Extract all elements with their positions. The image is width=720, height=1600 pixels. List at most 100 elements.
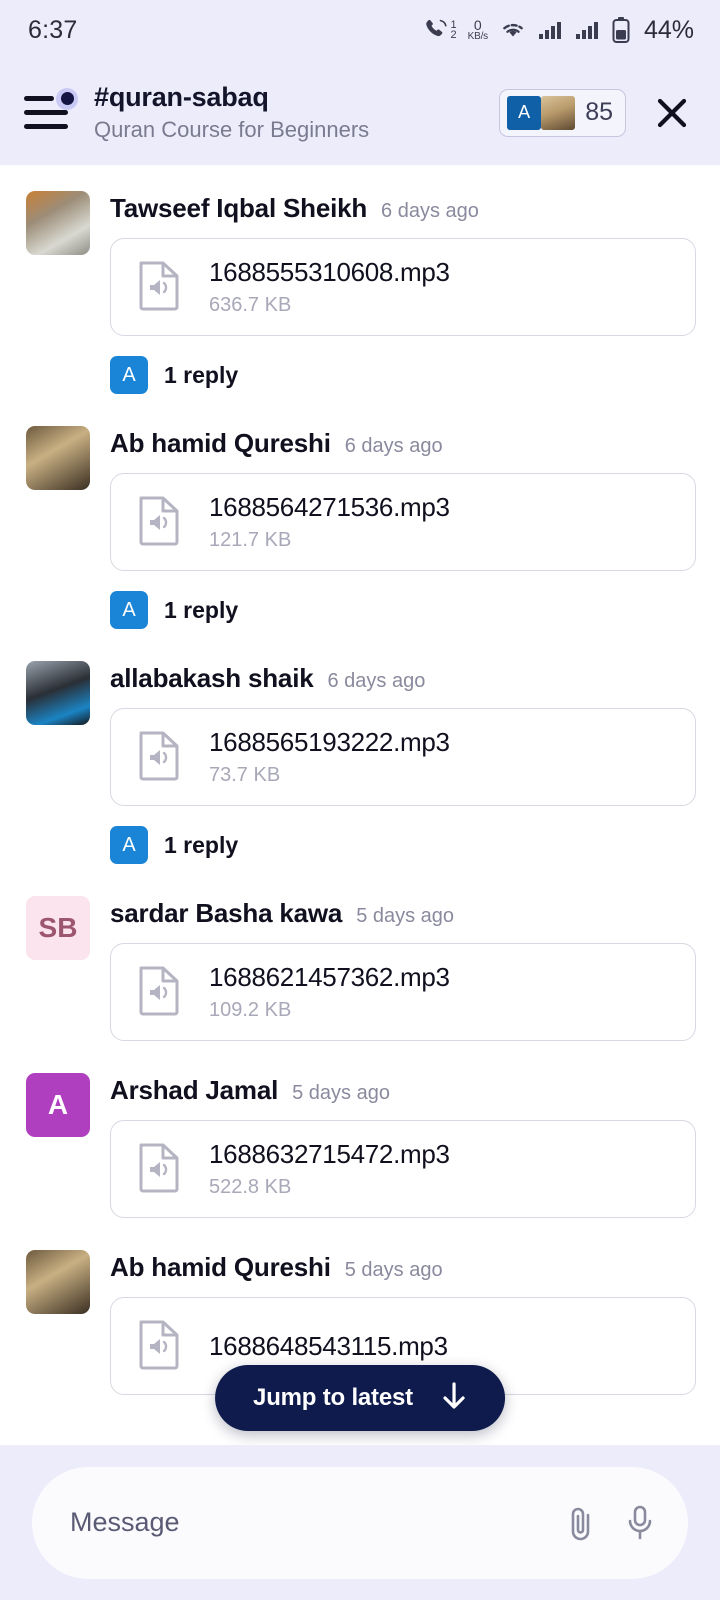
member-count-chip[interactable]: A 85 [499, 88, 626, 137]
message-avatar[interactable]: A [26, 1073, 90, 1137]
message-list[interactable]: Tawseef Iqbal Sheikh 6 days ago 168855531… [0, 165, 720, 1445]
message-input[interactable] [70, 1507, 564, 1538]
member-avatar-photo [541, 95, 576, 130]
audio-file-size: 73.7 KB [209, 764, 281, 786]
audio-file-name: 1688632715472.mp3 [209, 1139, 450, 1169]
audio-file-icon-wrap [137, 494, 183, 551]
arrow-down-icon [441, 1381, 467, 1416]
audio-file-icon-wrap [137, 1141, 183, 1198]
thread-replies[interactable]: A 1 reply [110, 356, 696, 394]
reply-avatar: A [110, 356, 148, 394]
audio-file-icon [139, 966, 179, 1015]
message-composer [0, 1445, 720, 1600]
audio-file-size: 636.7 KB [209, 294, 292, 316]
message-header: sardar Basha kawa 5 days ago [110, 884, 696, 929]
battery-icon [612, 17, 630, 43]
reply-count-label: 1 reply [164, 596, 239, 623]
audio-file-meta: 1688555310608.mp3 636.7 KB [209, 257, 450, 317]
audio-file-meta: 1688621457362.mp3 109.2 KB [209, 962, 450, 1022]
jump-to-latest-button[interactable]: Jump to latest [215, 1365, 505, 1431]
attachment-paperclip-icon[interactable] [564, 1504, 598, 1542]
status-clock: 6:37 [28, 15, 78, 44]
channel-name: #quran-sabaq [94, 82, 269, 113]
message-item[interactable]: Tawseef Iqbal Sheikh 6 days ago 168855531… [0, 179, 720, 394]
audio-file-meta: 1688564271536.mp3 121.7 KB [209, 492, 450, 552]
member-avatar-initial: A [507, 95, 542, 130]
status-bar: 6:37 1 2 0 KB/s 44% [0, 0, 720, 60]
message-author: Ab hamid Qureshi [110, 1252, 331, 1282]
message-timestamp: 6 days ago [381, 200, 479, 222]
message-item[interactable]: A Arshad Jamal 5 days ago 1688632715472.mp… [0, 1061, 720, 1218]
audio-file-size: 522.8 KB [209, 1176, 292, 1198]
status-icons: 1 2 0 KB/s 44% [424, 16, 694, 45]
message-timestamp: 5 days ago [292, 1082, 390, 1104]
audio-file-size: 109.2 KB [209, 999, 292, 1021]
chat-screen: 6:37 1 2 0 KB/s 44% #quran-sabaq Quran C… [0, 0, 720, 1600]
thread-replies[interactable]: A 1 reply [110, 591, 696, 629]
message-timestamp: 6 days ago [344, 435, 443, 457]
message-avatar[interactable] [26, 1250, 90, 1314]
net-speed-unit: KB/s [467, 31, 489, 42]
audio-file-icon-wrap [137, 1318, 183, 1375]
channel-header: #quran-sabaq Quran Course for Beginners … [0, 60, 720, 165]
close-icon[interactable] [648, 89, 696, 137]
hamburger-menu-icon[interactable] [24, 85, 80, 141]
audio-file-card[interactable]: 1688621457362.mp3 109.2 KB [110, 943, 696, 1041]
reply-count-label: 1 reply [164, 831, 239, 858]
reply-avatar: A [110, 826, 148, 864]
channel-subtitle: Quran Course for Beginners [94, 116, 370, 142]
message-author: Tawseef Iqbal Sheikh [110, 193, 368, 223]
message-avatar[interactable] [26, 191, 90, 255]
audio-file-card[interactable]: 1688555310608.mp3 636.7 KB [110, 238, 696, 336]
message-author: sardar Basha kawa [110, 898, 343, 928]
call-badge-bottom: 2 [450, 29, 457, 41]
member-count: 85 [585, 98, 613, 126]
member-avatar-stack: A [507, 95, 576, 130]
message-header: Arshad Jamal 5 days ago [110, 1061, 696, 1106]
message-avatar[interactable] [26, 426, 90, 490]
audio-file-icon [139, 496, 179, 545]
audio-file-card[interactable]: 1688632715472.mp3 522.8 KB [110, 1120, 696, 1218]
message-timestamp: 5 days ago [344, 1259, 443, 1281]
message-body: Arshad Jamal 5 days ago 1688632715472.mp3… [90, 1061, 696, 1218]
audio-file-name: 1688648543115.mp3 [209, 1330, 448, 1361]
jump-to-latest-label: Jump to latest [253, 1384, 413, 1411]
menu-bar-1 [24, 96, 54, 101]
signal-sim2-icon [575, 19, 601, 41]
audio-file-card[interactable]: 1688565193222.mp3 73.7 KB [110, 708, 696, 806]
microphone-icon[interactable] [624, 1504, 656, 1542]
message-header: Ab hamid Qureshi 6 days ago [110, 414, 696, 459]
composer-input-wrapper[interactable] [32, 1466, 688, 1579]
channel-title-group[interactable]: #quran-sabaq Quran Course for Beginners [88, 82, 499, 142]
message-item[interactable]: SB sardar Basha kawa 5 days ago 1688621457… [0, 884, 720, 1041]
audio-file-icon [139, 1143, 179, 1192]
message-body: Ab hamid Qureshi 6 days ago 1688564271536… [90, 414, 696, 629]
audio-file-meta: 1688632715472.mp3 522.8 KB [209, 1139, 450, 1199]
message-item[interactable]: allabakash shaik 6 days ago 1688565193222… [0, 649, 720, 864]
message-author: Ab hamid Qureshi [110, 428, 331, 458]
audio-file-icon-wrap [137, 964, 183, 1021]
missed-call-icon: 1 2 [424, 18, 457, 42]
message-avatar[interactable]: SB [26, 896, 90, 960]
message-author: allabakash shaik [110, 663, 314, 693]
audio-file-size: 121.7 KB [209, 529, 292, 551]
message-author: Arshad Jamal [110, 1075, 279, 1105]
audio-file-name: 1688564271536.mp3 [209, 492, 450, 522]
thread-replies[interactable]: A 1 reply [110, 826, 696, 864]
menu-bar-3 [24, 124, 68, 129]
audio-file-name: 1688565193222.mp3 [209, 727, 450, 757]
audio-file-icon [139, 1320, 179, 1369]
reply-avatar: A [110, 591, 148, 629]
message-timestamp: 6 days ago [327, 670, 426, 692]
message-avatar[interactable] [26, 661, 90, 725]
menu-bar-2 [24, 110, 68, 115]
message-body: Tawseef Iqbal Sheikh 6 days ago 168855531… [90, 179, 696, 394]
audio-file-card[interactable]: 1688564271536.mp3 121.7 KB [110, 473, 696, 571]
message-header: Ab hamid Qureshi 5 days ago [110, 1238, 696, 1283]
signal-sim1-icon [538, 19, 564, 41]
unread-dot-icon [56, 87, 78, 110]
message-body: sardar Basha kawa 5 days ago 168862145736… [90, 884, 696, 1041]
audio-file-icon-wrap [137, 729, 183, 786]
network-speed-indicator: 0 KB/s [467, 18, 489, 42]
message-item[interactable]: Ab hamid Qureshi 6 days ago 1688564271536… [0, 414, 720, 629]
